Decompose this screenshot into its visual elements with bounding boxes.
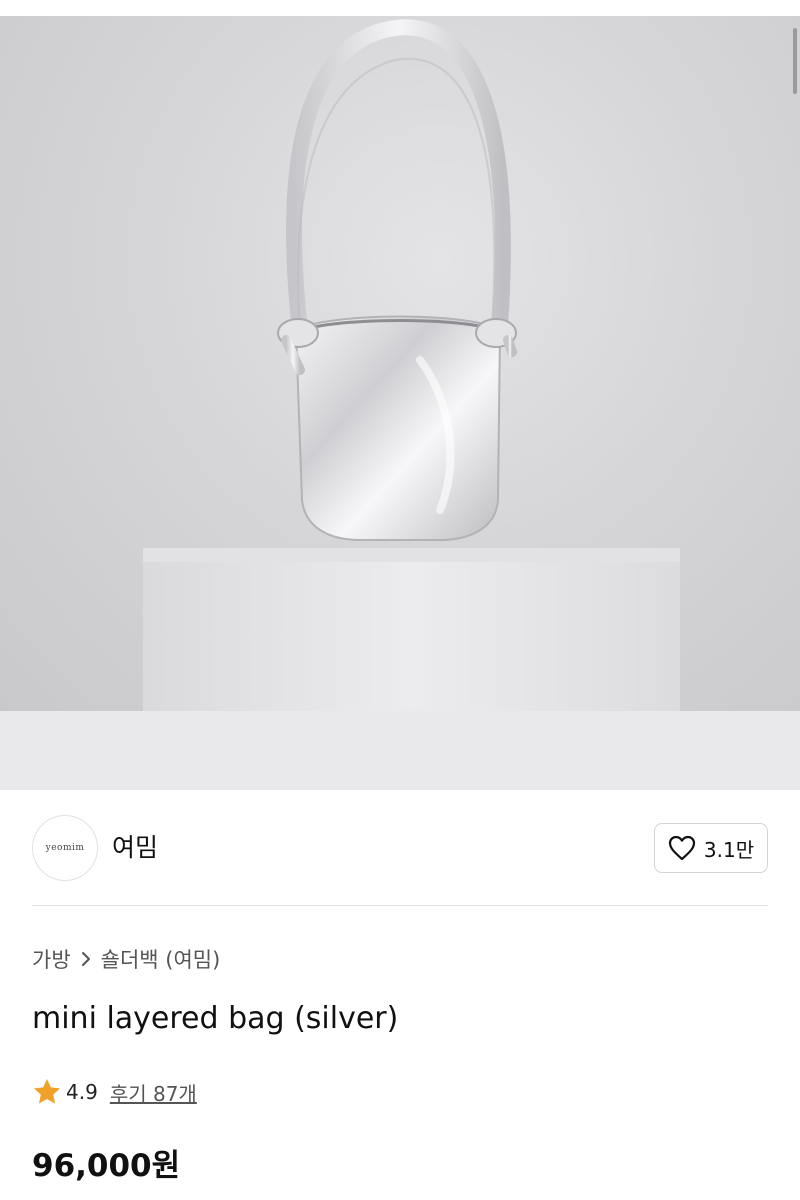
brand-logo-text: yeomim	[45, 843, 85, 853]
like-button[interactable]: 3.1만	[654, 823, 768, 873]
heart-icon	[668, 835, 695, 861]
product-image[interactable]	[0, 0, 800, 790]
product-title: mini layered bag (silver)	[32, 1001, 399, 1036]
scrollbar[interactable]	[793, 28, 797, 94]
breadcrumb-subcategory[interactable]: 숄더백 (여밈)	[101, 944, 221, 974]
reviews-link[interactable]: 후기 87개	[110, 1078, 197, 1107]
rating-score: 4.9	[66, 1080, 98, 1104]
breadcrumb: 가방 숄더백 (여밈)	[32, 944, 220, 974]
breadcrumb-category[interactable]: 가방	[32, 944, 71, 974]
divider	[32, 905, 768, 906]
brand-logo[interactable]: yeomim	[32, 815, 98, 881]
star-icon	[34, 1079, 60, 1104]
chevron-right-icon	[81, 951, 91, 967]
silver-bag-illustration	[277, 19, 517, 541]
brand-name[interactable]: 여밈	[112, 833, 158, 863]
brand-row: yeomim 여밈 3.1만	[32, 815, 768, 883]
like-count: 3.1만	[703, 837, 755, 862]
product-price: 96,000원	[32, 1148, 181, 1184]
rating-row: 4.9 후기 87개	[32, 1076, 197, 1108]
